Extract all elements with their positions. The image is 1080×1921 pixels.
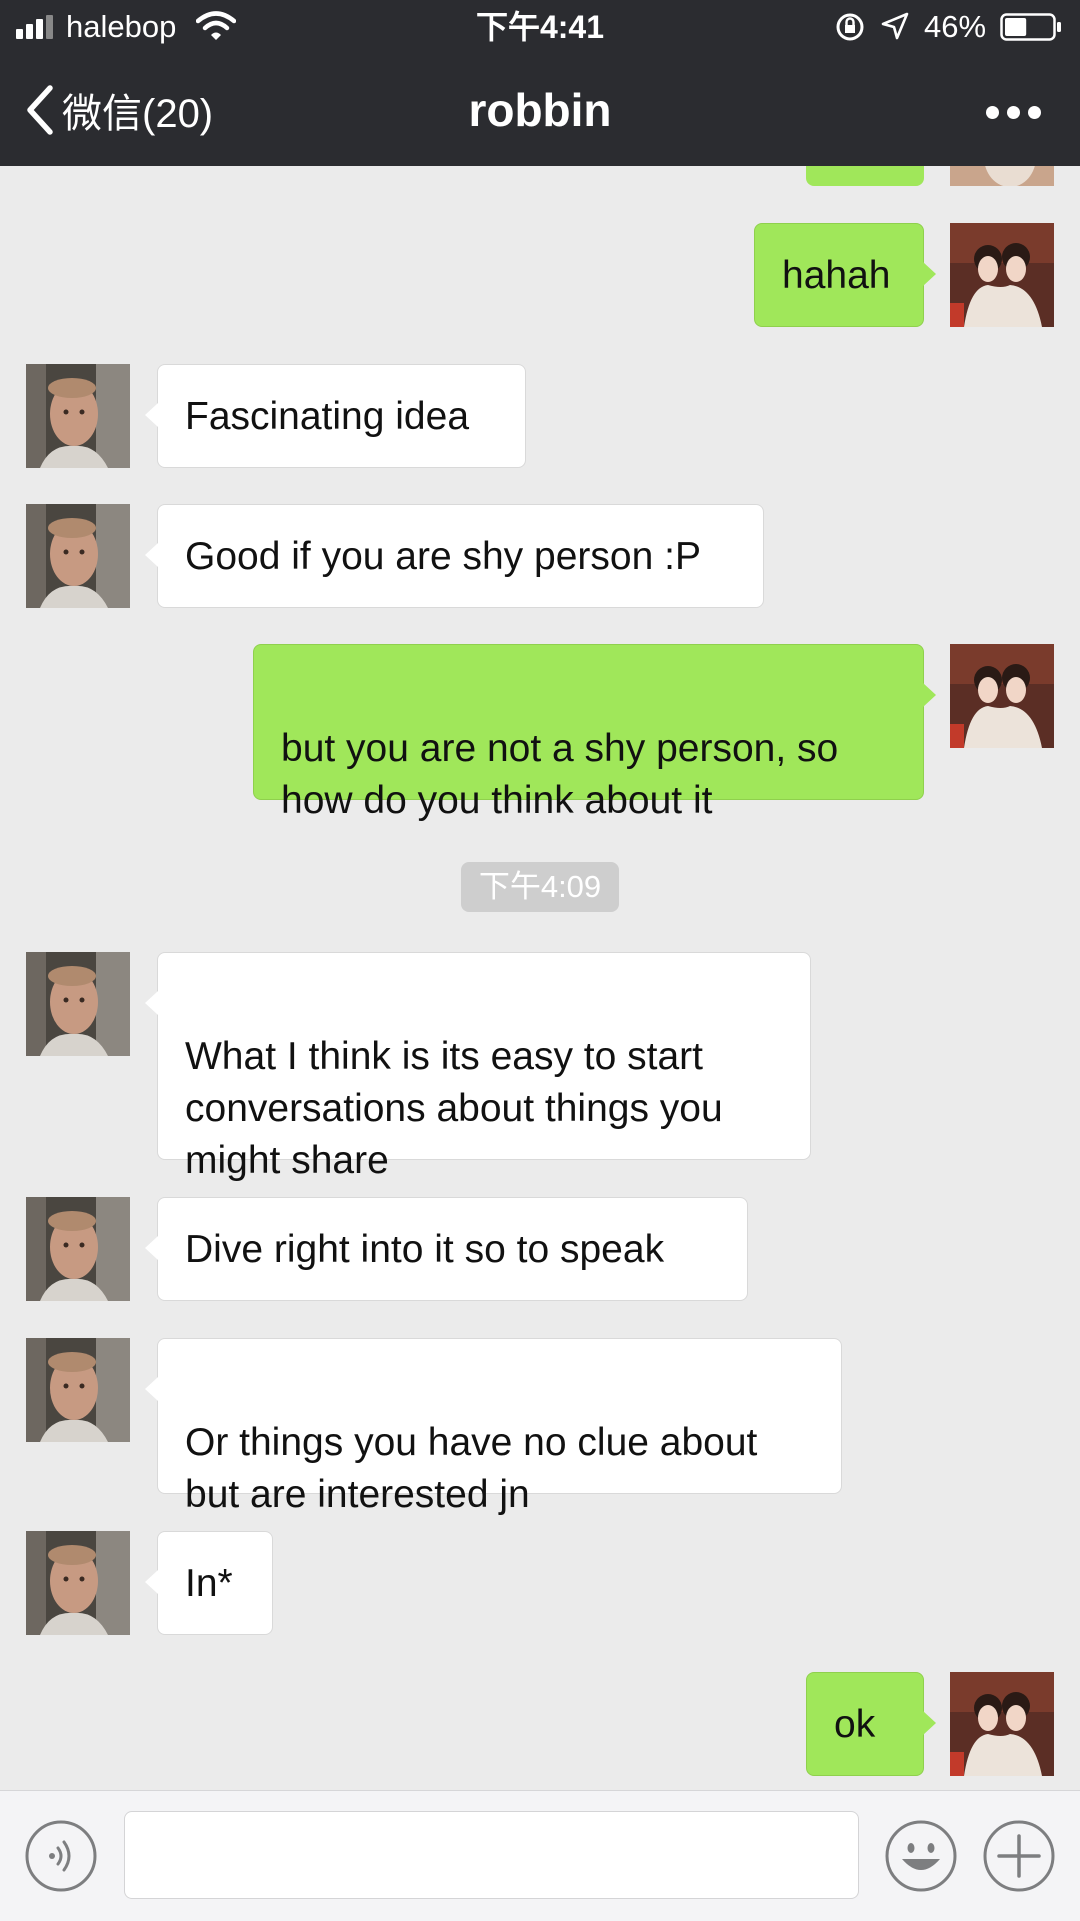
message-bubble[interactable]: Fascinating idea [145,364,526,468]
partial-avatar [950,166,1054,186]
message-text: Or things you have no clue about but are… [185,1421,758,1516]
status-bar: halebop 下午4:41 46% [0,0,1080,56]
chat-title: robbin [468,84,612,136]
emoji-icon[interactable] [884,1819,958,1893]
rotation-lock-icon [836,13,864,41]
contact-avatar[interactable] [26,504,130,608]
battery-percent: 46% [924,9,987,44]
contact-avatar[interactable] [26,364,130,468]
my-avatar[interactable] [950,644,1054,748]
nav-bar: 微信(20) robbin [0,56,1080,166]
contact-avatar[interactable] [26,1338,130,1442]
message-bubble[interactable]: Or things you have no clue about but are… [145,1338,842,1516]
message-text: What I think is its easy to start conver… [185,1035,723,1182]
contact-avatar[interactable] [26,1197,130,1301]
message-bubble[interactable]: Good if you are shy person :P [145,504,764,608]
time-divider: 下午4:09 [461,862,619,912]
contact-avatar[interactable] [26,952,130,1056]
message-input[interactable] [124,1811,859,1899]
my-avatar[interactable] [950,223,1054,327]
location-icon [881,12,909,40]
input-bar [0,1790,1080,1921]
battery-icon [1000,13,1061,41]
message-bubble[interactable]: but you are not a shy person, so how do … [253,644,936,822]
message-text: Dive right into it so to speak [185,1228,665,1271]
message-text: Good if you are shy person :P [185,535,701,578]
message-bubble[interactable]: hahah [754,223,936,327]
chat-area[interactable]: hahah Fascinating idea Good if you are s… [0,166,1080,1790]
message-text: In* [185,1562,233,1605]
partial-bubble [806,166,924,186]
message-bubble[interactable]: Dive right into it so to speak [145,1197,748,1301]
plus-icon[interactable] [982,1819,1056,1893]
message-text: Fascinating idea [185,395,470,438]
status-time: 下午4:41 [475,9,605,45]
message-bubble[interactable]: In* [145,1531,273,1635]
message-bubble[interactable]: What I think is its easy to start conver… [145,952,811,1182]
message-bubble[interactable]: ok [806,1672,936,1776]
contact-avatar[interactable] [26,1531,130,1635]
message-text: but you are not a shy person, so how do … [281,727,839,822]
voice-icon[interactable] [24,1819,98,1893]
my-avatar[interactable] [950,1672,1054,1776]
more-dots-icon[interactable] [986,106,1042,120]
message-text: hahah [782,254,891,297]
message-text: ok [834,1703,876,1746]
